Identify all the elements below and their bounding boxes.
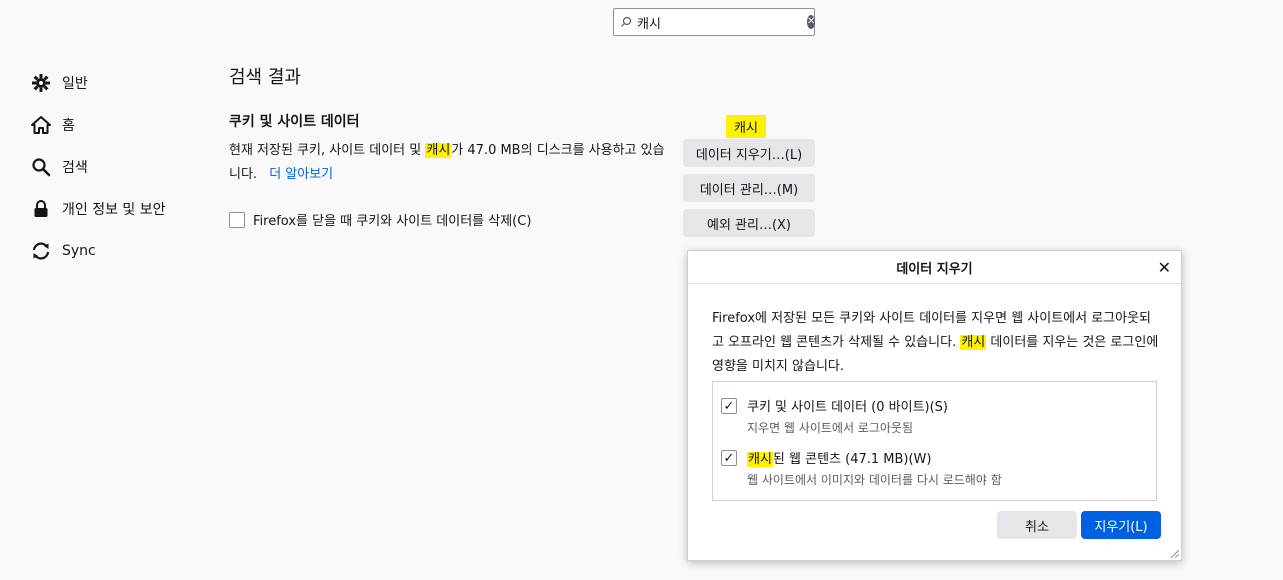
search-highlight: 캐시 [960, 335, 987, 350]
search-input[interactable] [637, 14, 807, 30]
manage-exceptions-button[interactable]: 예외 관리…(X) [683, 209, 815, 237]
search-icon [30, 156, 52, 178]
delete-on-close-option[interactable]: Firefox를 닫을 때 쿠키와 사이트 데이터를 삭제(C) [229, 210, 531, 229]
clear-search-icon[interactable]: ✕ [807, 15, 816, 29]
option-list: ✓ 쿠키 및 사이트 데이터 (0 바이트)(S) 지우면 웹 사이트에서 로그… [712, 381, 1157, 501]
close-icon[interactable]: ✕ [1158, 258, 1171, 277]
search-box[interactable]: ✕ [613, 8, 816, 36]
cache-option-sub: 웹 사이트에서 이미지와 데이터를 다시 로드해야 함 [747, 473, 1002, 487]
clear-button[interactable]: 지우기(L) [1081, 511, 1161, 539]
lock-icon [30, 198, 52, 220]
cookies-option[interactable]: ✓ 쿠키 및 사이트 데이터 (0 바이트)(S) 지우면 웹 사이트에서 로그… [721, 396, 948, 436]
cookies-checkbox[interactable]: ✓ [721, 398, 737, 414]
search-match-tag: 캐시 [726, 115, 766, 138]
manage-data-button[interactable]: 데이터 관리…(M) [683, 174, 815, 202]
sidebar-item-home[interactable]: 홈 [30, 104, 210, 146]
learn-more-link[interactable]: 더 알아보기 [269, 167, 333, 182]
search-highlight: 캐시 [747, 452, 773, 467]
dialog-header: 데이터 지우기 ✕ [688, 251, 1181, 284]
sidebar-item-label: Sync [62, 243, 96, 259]
desc-text: 현재 저장된 쿠키, 사이트 데이터 및 [229, 143, 426, 158]
cookies-option-sub: 지우면 웹 사이트에서 로그아웃됨 [747, 421, 914, 435]
sidebar: 일반 홈 검색 개인 정보 및 보안 Sync [30, 62, 210, 272]
sidebar-item-label: 검색 [62, 160, 88, 176]
sync-icon [30, 240, 52, 262]
sidebar-item-sync[interactable]: Sync [30, 230, 210, 272]
section-description: 현재 저장된 쿠키, 사이트 데이터 및 캐시가 47.0 MB의 디스크를 사… [229, 139, 669, 187]
page-title: 검색 결과 [229, 67, 301, 88]
search-icon [621, 16, 632, 27]
cache-option-text: 된 웹 콘텐츠 (47.1 MB)(W) [772, 452, 932, 467]
sidebar-item-privacy[interactable]: 개인 정보 및 보안 [30, 188, 210, 230]
sidebar-item-label: 홈 [62, 118, 75, 134]
dialog-title: 데이터 지우기 [896, 261, 973, 277]
cancel-button[interactable]: 취소 [997, 511, 1077, 539]
clear-data-dialog: 데이터 지우기 ✕ Firefox에 저장된 모든 쿠키와 사이트 데이터를 지… [687, 250, 1182, 561]
resize-grip-icon[interactable] [1169, 548, 1179, 558]
section-title: 쿠키 및 사이트 데이터 [229, 114, 360, 130]
cache-option[interactable]: ✓ 캐시된 웹 콘텐츠 (47.1 MB)(W) 웹 사이트에서 이미지와 데이… [721, 448, 1002, 488]
sidebar-item-label: 개인 정보 및 보안 [62, 202, 166, 218]
gear-icon [30, 72, 52, 94]
sidebar-item-label: 일반 [62, 76, 88, 92]
home-icon [30, 114, 52, 136]
delete-on-close-label: Firefox를 닫을 때 쿠키와 사이트 데이터를 삭제(C) [253, 214, 532, 229]
cookies-option-label: 쿠키 및 사이트 데이터 (0 바이트)(S) [747, 400, 948, 415]
cache-option-label: 캐시된 웹 콘텐츠 (47.1 MB)(W) [747, 448, 1002, 467]
sidebar-item-search[interactable]: 검색 [30, 146, 210, 188]
cache-checkbox[interactable]: ✓ [721, 450, 737, 466]
search-highlight: 캐시 [425, 143, 452, 158]
dialog-description: Firefox에 저장된 모든 쿠키와 사이트 데이터를 지우면 웹 사이트에서… [712, 307, 1162, 379]
sidebar-item-general[interactable]: 일반 [30, 62, 210, 104]
delete-on-close-checkbox[interactable] [229, 211, 245, 228]
clear-data-button[interactable]: 데이터 지우기…(L) [683, 139, 815, 167]
